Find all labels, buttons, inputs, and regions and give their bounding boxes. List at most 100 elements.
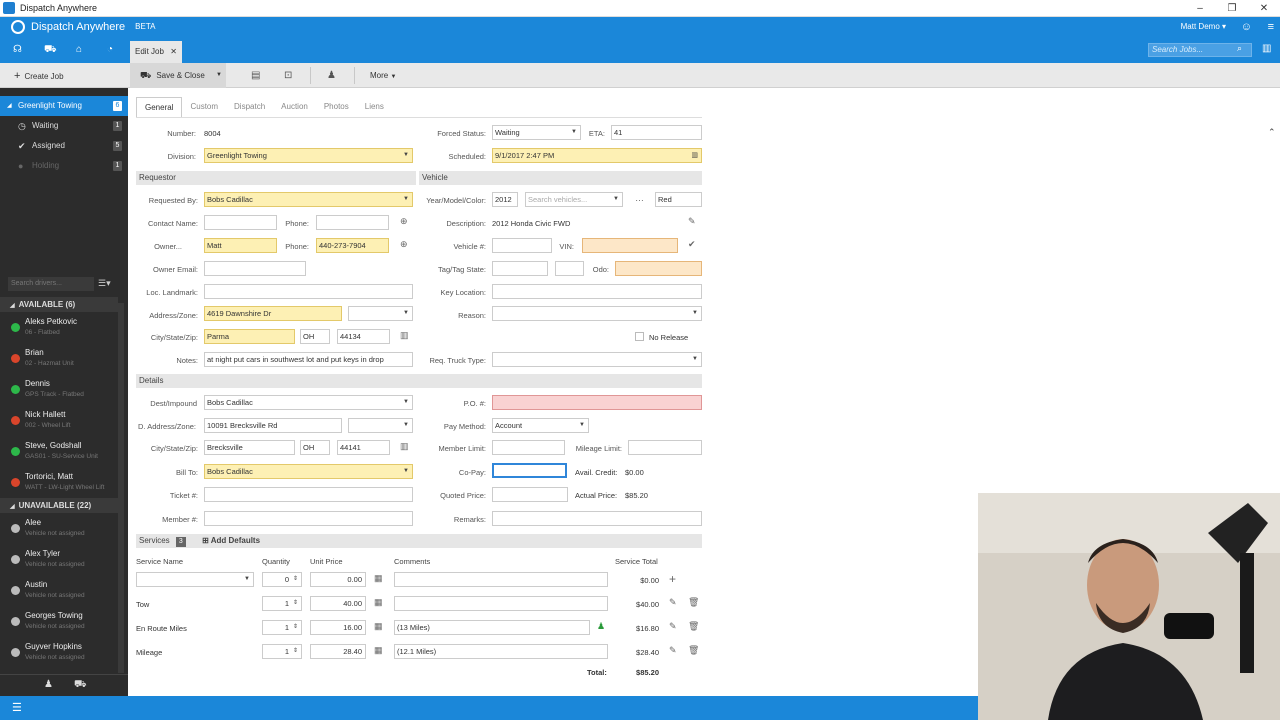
trash-icon[interactable]: 🗑 — [688, 597, 699, 608]
driver-list-item[interactable]: Brian 02 - Hazmat Unit — [0, 343, 118, 374]
driver-list-item[interactable]: Guyver Hopkins Vehicle not assigned — [0, 637, 118, 668]
tab-edit-job[interactable]: Edit Job ✕ — [130, 41, 182, 63]
tab-liens[interactable]: Liens — [357, 97, 392, 117]
print-icon[interactable]: ▤ — [251, 70, 260, 81]
more-button[interactable]: More ▼ — [370, 71, 396, 80]
loc-landmark-input[interactable] — [204, 284, 413, 299]
key-location-input[interactable] — [492, 284, 702, 299]
quantity-stepper[interactable]: 1 ⇕ — [262, 620, 302, 635]
dest-select[interactable]: Bobs Cadillac ▼ — [204, 395, 413, 410]
stepper-icon[interactable]: ⇕ — [293, 621, 298, 634]
owner-input[interactable]: Matt — [204, 238, 277, 253]
remarks-input[interactable] — [492, 511, 702, 526]
color-input[interactable]: Red — [655, 192, 702, 207]
tag-input[interactable] — [492, 261, 548, 276]
mileage-limit-input[interactable] — [628, 440, 702, 455]
quantity-stepper[interactable]: 1 ⇕ — [262, 596, 302, 611]
service-name-select[interactable]: ▼ — [136, 572, 254, 587]
driver-list-item[interactable]: Georges Towing Vehicle not assigned — [0, 606, 118, 637]
vehicle-search-select[interactable]: Search vehicles... ▼ — [525, 192, 623, 207]
vin-input[interactable] — [582, 238, 678, 253]
po-input[interactable] — [492, 395, 702, 410]
requested-by-select[interactable]: Bobs Cadillac ▼ — [204, 192, 413, 207]
sidebar-item-greenlight-towing[interactable]: ◢ Greenlight Towing 6 — [0, 96, 128, 116]
stepper-icon[interactable]: ⇕ — [293, 597, 298, 610]
vehicle-number-input[interactable] — [492, 238, 552, 253]
comment-input[interactable] — [394, 596, 608, 611]
state-input[interactable]: OH — [300, 329, 330, 344]
contact-phone-input[interactable] — [316, 215, 389, 230]
unit-price-input[interactable]: 16.00 — [310, 620, 366, 635]
driver-list-item[interactable]: Alee Vehicle not assigned — [0, 513, 118, 544]
contact-name-input[interactable] — [204, 215, 277, 230]
d-address-input[interactable]: 10091 Brecksville Rd — [204, 418, 342, 433]
close-window-button[interactable]: ✕ — [1248, 0, 1280, 17]
user-menu[interactable]: Matt Demo ▾ — [1181, 22, 1226, 31]
tab-photos[interactable]: Photos — [316, 97, 357, 117]
calendar-icon[interactable]: ▥ — [691, 149, 698, 162]
tab-custom[interactable]: Custom — [182, 97, 226, 117]
owner-email-input[interactable] — [204, 261, 306, 276]
add-service-icon[interactable]: + — [669, 572, 676, 586]
d-zone-select[interactable]: ▼ — [348, 418, 413, 433]
save-close-button[interactable]: ⛟ Save & Close ▼ — [130, 63, 226, 88]
columns-icon[interactable]: ▥ — [1262, 43, 1271, 54]
stepper-icon[interactable]: ⇕ — [293, 645, 298, 658]
edit-pencil-icon[interactable]: ✎ — [669, 597, 677, 608]
member-limit-input[interactable] — [492, 440, 565, 455]
calculator-icon[interactable]: ▦ — [374, 597, 383, 608]
available-section-header[interactable]: ◢ AVAILABLE (6) — [0, 297, 118, 312]
calculator-icon[interactable]: ▦ — [374, 621, 383, 632]
division-select[interactable]: Greenlight Towing ▼ — [204, 148, 413, 163]
calculator-icon[interactable]: ▦ — [374, 573, 383, 584]
quantity-stepper[interactable]: 1 ⇕ — [262, 644, 302, 659]
dispatch-icon[interactable]: ♟ — [327, 70, 336, 81]
quantity-stepper[interactable]: 0 ⇕ — [262, 572, 302, 587]
preview-icon[interactable]: ⊡ — [284, 70, 292, 81]
smiley-icon[interactable]: ☺ — [1241, 21, 1252, 33]
trash-icon[interactable]: 🗑 — [688, 645, 699, 656]
vehicle-view-icon[interactable]: ⛟ — [74, 679, 87, 692]
check-circle-icon[interactable]: ✔ — [688, 239, 696, 250]
hamburger-icon[interactable]: ≡ — [1268, 21, 1274, 33]
person-icon[interactable]: ♟ — [597, 621, 605, 632]
crosshair-icon[interactable]: ⊕ — [400, 239, 408, 250]
collapse-up-icon[interactable]: ⌃ — [1268, 127, 1276, 138]
close-tab-icon[interactable]: ✕ — [170, 41, 177, 63]
driver-list-item[interactable]: Aleks Petkovic 06 - Flatbed — [0, 312, 118, 343]
year-input[interactable]: 2012 — [492, 192, 518, 207]
owner-phone-input[interactable]: 440-273-7904 — [316, 238, 389, 253]
owner-label[interactable]: Owner... — [136, 242, 182, 251]
crosshair-icon[interactable]: ⊕ — [400, 216, 408, 227]
member-input[interactable] — [204, 511, 413, 526]
sidebar-item-assigned[interactable]: ✔ Assigned 5 — [0, 136, 128, 156]
unit-price-input[interactable]: 40.00 — [310, 596, 366, 611]
eta-input[interactable]: 41 — [611, 125, 702, 140]
map-icon[interactable]: ▥ — [400, 441, 409, 452]
zip-input[interactable]: 44134 — [337, 329, 390, 344]
list-options-icon[interactable]: ☰▾ — [98, 278, 111, 289]
forced-status-select[interactable]: Waiting ▼ — [492, 125, 581, 140]
driver-list-item[interactable]: Alex Tyler Vehicle not assigned — [0, 544, 118, 575]
comment-input[interactable]: (12.1 Miles) — [394, 644, 608, 659]
bill-to-select[interactable]: Bobs Cadillac ▼ — [204, 464, 413, 479]
address-input[interactable]: 4619 Dawnshire Dr — [204, 306, 342, 321]
sidebar-item-waiting[interactable]: ◷ Waiting 1 — [0, 116, 128, 136]
search-icon[interactable]: ⌕ — [1237, 43, 1242, 54]
city-input[interactable]: Parma — [204, 329, 295, 344]
sidebar-scrollbar[interactable] — [118, 303, 124, 673]
driver-search-input[interactable]: Search drivers... — [8, 277, 94, 291]
d-city-input[interactable]: Brecksville — [204, 440, 295, 455]
maximize-button[interactable]: ❐ — [1216, 0, 1248, 17]
no-release-checkbox[interactable] — [635, 332, 644, 341]
menu-list-icon[interactable]: ☰ — [12, 701, 22, 714]
create-job-button[interactable]: + Create Job — [14, 70, 64, 82]
more-dots-icon[interactable]: … — [635, 193, 644, 203]
driver-list-item[interactable]: Dennis GPS Track - Flatbed — [0, 374, 118, 405]
reason-select[interactable]: ▼ — [492, 306, 702, 321]
driver-list-item[interactable]: Steve, Godshall GAS01 - SU-Service Unit — [0, 436, 118, 467]
edit-pencil-icon[interactable]: ✎ — [669, 621, 677, 632]
truck-icon[interactable]: ⛟ — [44, 44, 57, 57]
calculator-icon[interactable]: ▦ — [374, 645, 383, 656]
driver-list-item[interactable]: Nick Hallett 002 - Wheel Lift — [0, 405, 118, 436]
